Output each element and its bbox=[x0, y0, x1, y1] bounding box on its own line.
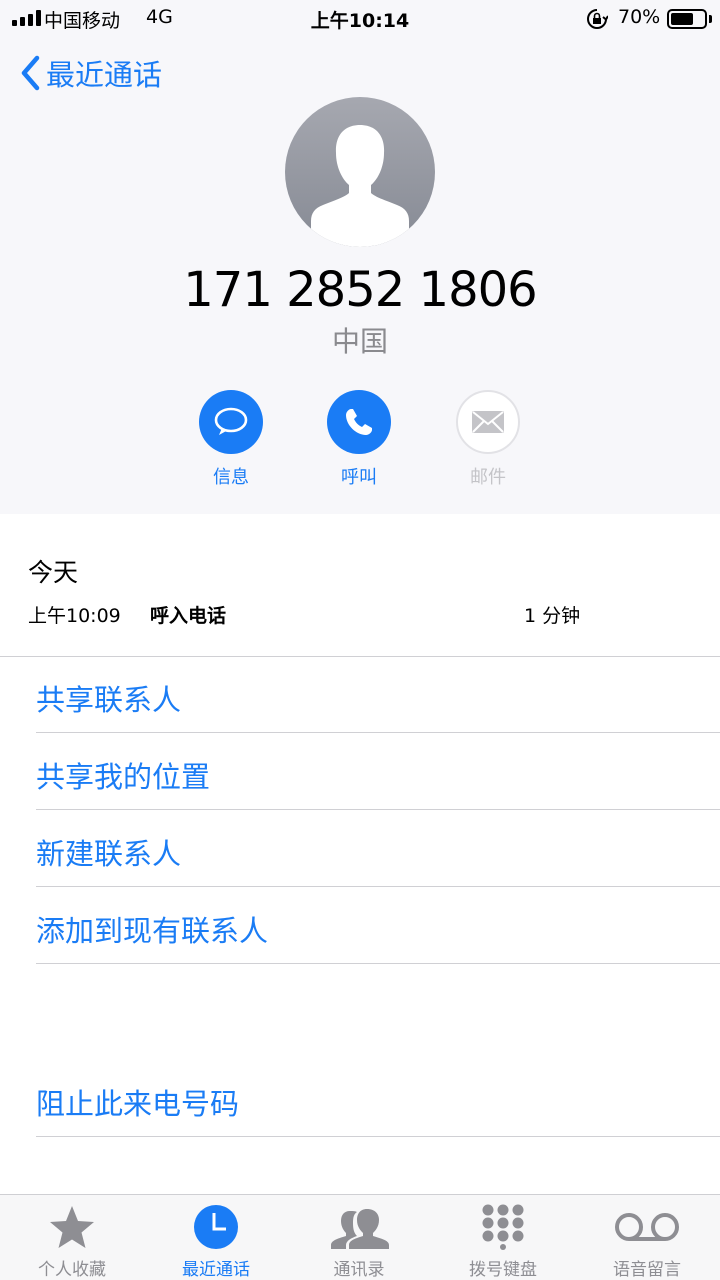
tab-label: 通讯录 bbox=[333, 1260, 385, 1280]
tab-contacts[interactable]: 通讯录 bbox=[289, 1203, 429, 1280]
mail-button[interactable]: 邮件 bbox=[438, 390, 538, 489]
call-label: 呼叫 bbox=[341, 467, 377, 488]
call-time: 上午10:09 bbox=[28, 605, 121, 627]
person-silhouette-icon bbox=[311, 125, 409, 247]
message-label: 信息 bbox=[213, 467, 249, 488]
add-to-existing-option[interactable]: 添加到现有联系人 bbox=[36, 908, 268, 950]
block-number-option[interactable]: 阻止此来电号码 bbox=[36, 1081, 239, 1123]
contacts-icon bbox=[331, 1209, 389, 1249]
divider bbox=[0, 656, 720, 657]
tab-keypad[interactable]: 拨号键盘 bbox=[433, 1203, 573, 1280]
tab-label: 语音留言 bbox=[613, 1260, 681, 1280]
phone-icon bbox=[346, 409, 372, 435]
battery-nub bbox=[709, 15, 712, 23]
share-contact-option[interactable]: 共享联系人 bbox=[36, 677, 181, 719]
avatar bbox=[285, 97, 435, 247]
clock-icon bbox=[194, 1205, 238, 1249]
status-bar: 中国移动 4G 上午10:14 70% bbox=[0, 0, 720, 38]
divider bbox=[36, 963, 720, 964]
voicemail-icon bbox=[615, 1213, 679, 1241]
star-icon bbox=[50, 1206, 94, 1248]
divider bbox=[36, 1136, 720, 1137]
tab-favorites[interactable]: 个人收藏 bbox=[2, 1203, 142, 1280]
mail-icon bbox=[472, 411, 504, 433]
share-location-option[interactable]: 共享我的位置 bbox=[36, 754, 210, 796]
mail-circle bbox=[456, 390, 520, 454]
keypad-icon bbox=[482, 1204, 524, 1250]
message-circle bbox=[199, 390, 263, 454]
new-contact-option[interactable]: 新建联系人 bbox=[36, 831, 181, 873]
battery-percent: 70% bbox=[618, 6, 661, 28]
battery-fill bbox=[671, 13, 693, 25]
recents-day: 今天 bbox=[28, 558, 79, 587]
call-button[interactable]: 呼叫 bbox=[309, 390, 409, 489]
divider bbox=[36, 732, 720, 733]
tab-label: 个人收藏 bbox=[38, 1260, 106, 1280]
status-time: 上午10:14 bbox=[310, 10, 410, 32]
chevron-left-icon bbox=[21, 55, 40, 91]
tab-label: 最近通话 bbox=[182, 1260, 250, 1280]
back-label: 最近通话 bbox=[46, 58, 163, 92]
message-button[interactable]: 信息 bbox=[181, 390, 281, 489]
mail-label: 邮件 bbox=[470, 467, 506, 488]
tab-voicemail[interactable]: 语音留言 bbox=[577, 1203, 717, 1280]
tab-label: 拨号键盘 bbox=[469, 1260, 537, 1280]
phone-number: 171 2852 1806 bbox=[183, 262, 537, 318]
battery-icon bbox=[667, 9, 707, 29]
tab-recents[interactable]: 最近通话 bbox=[146, 1203, 286, 1280]
call-duration: 1 分钟 bbox=[524, 605, 581, 627]
divider bbox=[36, 886, 720, 887]
call-circle bbox=[327, 390, 391, 454]
call-type: 呼入电话 bbox=[150, 605, 227, 627]
message-icon bbox=[214, 407, 248, 435]
back-button[interactable]: 最近通话 bbox=[20, 52, 162, 94]
orientation-lock-icon bbox=[587, 9, 608, 29]
country-label: 中国 bbox=[331, 325, 388, 358]
divider bbox=[36, 809, 720, 810]
tab-bar: 个人收藏 最近通话 通讯录 拨号键盘 语音留言 bbox=[0, 1194, 720, 1280]
